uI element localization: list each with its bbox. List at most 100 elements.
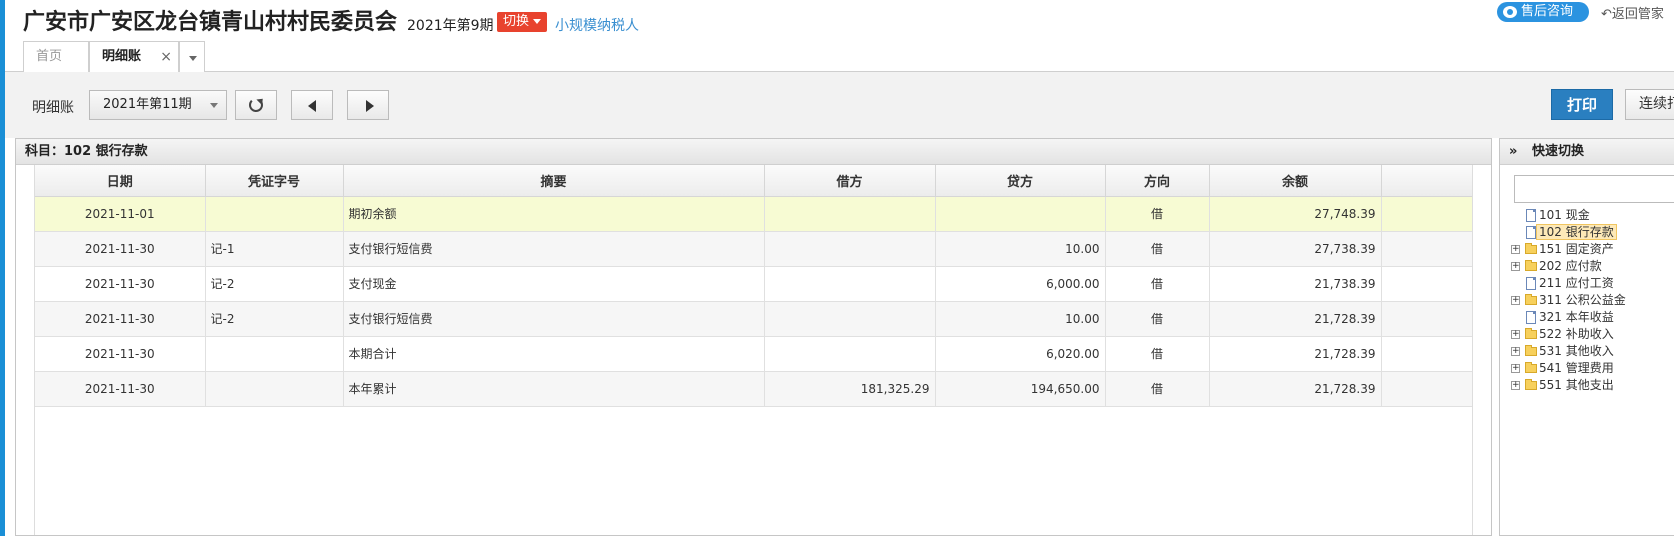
expand-plus-icon[interactable]: + [1511,381,1520,390]
column-header-credit[interactable]: 贷方 [935,165,1106,197]
tab-home[interactable]: 首页 [23,41,89,72]
cell-debit [764,336,936,372]
previous-period-button[interactable] [291,90,333,120]
cell-filler [1381,196,1475,232]
tab-label: 首页 [36,49,63,64]
print-button[interactable]: 打印 [1551,89,1613,120]
subject-search-input[interactable] [1514,175,1674,203]
cell-balance: 21,728.39 [1209,301,1382,337]
cell-filler [1381,231,1475,267]
cell-filler [1381,266,1475,302]
cell-date: 2021-11-30 [35,336,206,372]
tab-ledger-detail[interactable]: 明细账 × [89,41,179,73]
refresh-icon [249,98,263,112]
column-header-summary[interactable]: 摘要 [343,165,765,197]
toolbar: 明细账 2021年第11期 打印 连续打 [5,72,1674,138]
expand-plus-icon[interactable]: + [1511,364,1520,373]
period-select[interactable]: 2021年第11期 [89,90,227,120]
tree-item-151[interactable]: +151 固定资产 [1508,241,1674,258]
subject-title: 科目：102 银行存款 [16,139,1491,165]
tree-item-202[interactable]: +202 应付款 [1508,258,1674,275]
cell-balance: 21,728.39 [1209,371,1382,407]
tree-item-211[interactable]: 211 应付工资 [1508,275,1674,292]
ledger-grid: 日期 凭证字号 摘要 借方 贷方 方向 余额 2021-11-01 期初余额 借… [34,165,1475,535]
continuous-print-button[interactable]: 连续打 [1625,89,1674,120]
column-header-debit[interactable]: 借方 [764,165,936,197]
taxpayer-type-link[interactable]: 小规模纳税人 [555,15,639,35]
cell-direction: 借 [1105,196,1210,232]
cell-credit: 10.00 [935,231,1106,267]
expand-plus-icon[interactable]: + [1511,296,1520,305]
tree-item-label: 311 公积公益金 [1539,293,1626,307]
cell-debit [764,196,936,232]
table-row[interactable]: 2021-11-30 记-1 支付银行短信费 10.00 借 27,738.39 [35,231,1475,267]
cell-balance: 27,738.39 [1209,231,1382,267]
document-icon [1526,226,1536,239]
folder-icon [1525,345,1537,356]
expand-plus-icon[interactable]: + [1511,262,1520,271]
table-row[interactable]: 2021-11-30 记-2 支付现金 6,000.00 借 21,738.39 [35,266,1475,302]
switch-period-button[interactable]: 切换 [497,12,548,32]
tree-item-522[interactable]: +522 补助收入 [1508,326,1674,343]
tree-item-label: 202 应付款 [1539,259,1602,273]
grid-vertical-scrollbar[interactable] [1472,165,1491,535]
expand-plus-icon[interactable]: + [1511,347,1520,356]
quick-switch-label: 快速切换 [1532,144,1585,159]
tree-item-102[interactable]: 102 银行存款 [1508,224,1674,241]
back-to-manager-link[interactable]: ↶返回管家 [1601,3,1664,22]
table-row[interactable]: 2021-11-01 期初余额 借 27,748.39 [35,196,1475,232]
tree-item-321[interactable]: 321 本年收益 [1508,309,1674,326]
column-header-direction[interactable]: 方向 [1105,165,1210,197]
cell-credit: 10.00 [935,301,1106,337]
cell-date: 2021-11-30 [35,371,206,407]
cell-debit [764,266,936,302]
cell-debit: 181,325.29 [764,371,936,407]
refresh-button[interactable] [235,90,277,120]
tree-item-101[interactable]: 101 现金 [1508,207,1674,224]
tree-item-541[interactable]: +541 管理费用 [1508,360,1674,377]
expand-plus-icon[interactable]: + [1511,245,1520,254]
cell-voucher[interactable]: 记-2 [205,266,344,302]
column-header-date[interactable]: 日期 [35,165,206,197]
tree-item-311[interactable]: +311 公积公益金 [1508,292,1674,309]
table-row[interactable]: 2021-11-30 本年累计 181,325.29 194,650.00 借 … [35,371,1475,407]
eye-icon [1503,6,1517,18]
next-period-button[interactable] [347,90,389,120]
collapse-panel-icon[interactable]: » [1509,139,1517,165]
caret-down-icon [189,56,197,61]
folder-icon [1525,260,1537,271]
cell-date: 2021-11-01 [35,196,206,232]
document-icon [1526,277,1536,290]
folder-icon [1525,243,1537,254]
current-period: 2021年第9期 [407,18,494,34]
column-header-balance[interactable]: 余额 [1209,165,1382,197]
table-row[interactable]: 2021-11-30 记-2 支付银行短信费 10.00 借 21,728.39 [35,301,1475,337]
cell-voucher[interactable] [205,371,344,407]
cell-summary: 本期合计 [343,336,765,372]
cell-voucher[interactable] [205,336,344,372]
document-icon [1526,311,1536,324]
cell-voucher[interactable]: 记-1 [205,231,344,267]
expand-plus-icon[interactable]: + [1511,330,1520,339]
back-label: 返回管家 [1611,7,1664,22]
tree-item-label: 522 补助收入 [1539,327,1614,341]
folder-icon [1525,362,1537,373]
cell-summary: 支付银行短信费 [343,231,765,267]
table-row[interactable]: 2021-11-30 本期合计 6,020.00 借 21,728.39 [35,336,1475,372]
close-tab-icon[interactable]: × [160,42,172,72]
tree-item-label: 541 管理费用 [1539,361,1614,375]
cell-balance: 21,728.39 [1209,336,1382,372]
cell-date: 2021-11-30 [35,301,206,337]
arrow-right-icon [366,100,374,112]
cell-direction: 借 [1105,301,1210,337]
organization-title: 广安市广安区龙台镇青山村村民委员会 [23,10,398,35]
cell-voucher[interactable] [205,196,344,232]
column-header-voucher[interactable]: 凭证字号 [205,165,344,197]
consult-label: 售后咨询 [1521,4,1574,19]
tab-more-dropdown[interactable] [179,41,205,72]
tree-item-551[interactable]: +551 其他支出 [1508,377,1674,394]
after-sales-consult-button[interactable]: 售后咨询 [1497,2,1589,22]
tree-item-531[interactable]: +531 其他收入 [1508,343,1674,360]
cell-voucher[interactable]: 记-2 [205,301,344,337]
ledger-panel: 科目：102 银行存款 日期 凭证字号 摘要 借方 贷方 方向 余额 2021-… [15,138,1492,536]
